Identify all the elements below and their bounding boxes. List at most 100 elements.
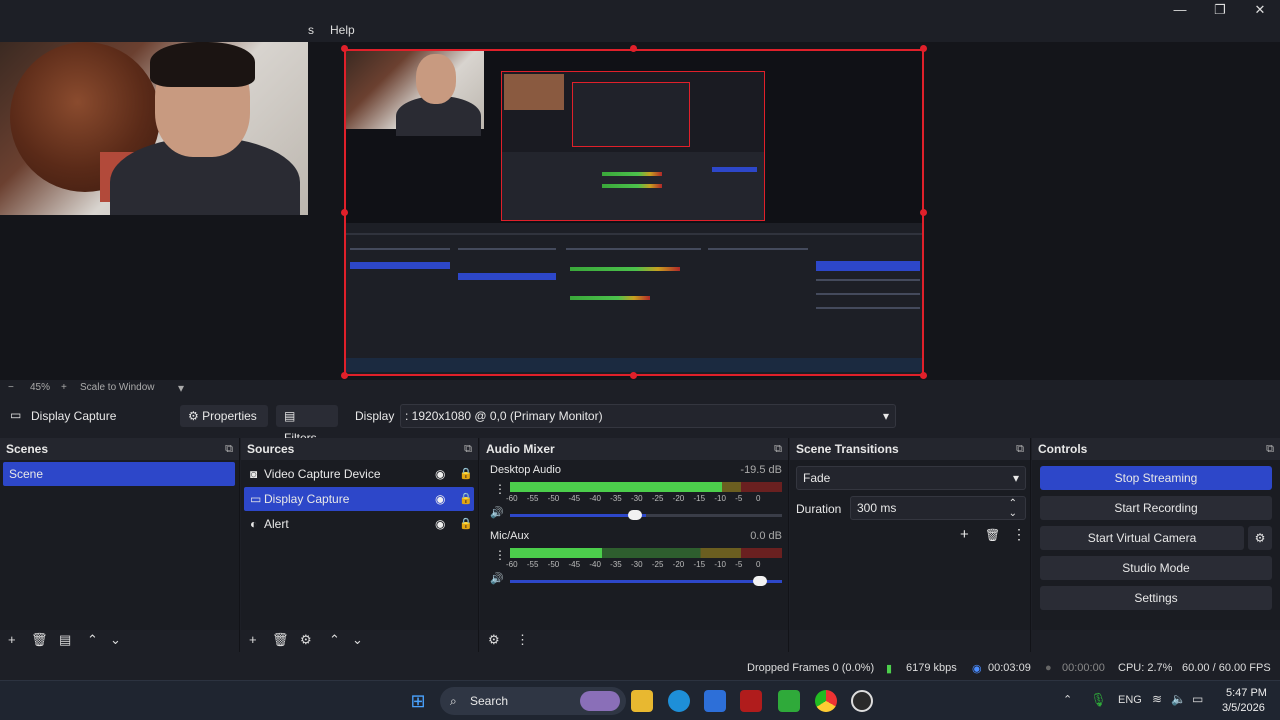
scene-item[interactable]: Scene [3, 462, 235, 486]
minimize-button[interactable]: — [1160, 0, 1200, 20]
gear-icon[interactable]: ⚙ [300, 632, 312, 648]
stop-streaming-button[interactable]: Stop Streaming [1040, 466, 1272, 490]
scenes-title: Scenes [6, 442, 49, 456]
microphone-icon[interactable]: 🎙 [1090, 692, 1107, 708]
record-time: 00:00:00 [1062, 662, 1105, 674]
source-item-display-capture[interactable]: ▭ Display Capture ◉ 🔒 [244, 487, 474, 511]
scale-mode[interactable]: Scale to Window [80, 382, 154, 393]
lock-icon[interactable]: 🔒 [459, 487, 473, 511]
windows-start-icon[interactable]: ⊞ [407, 690, 429, 712]
virtual-camera-settings-button[interactable]: ⚙ [1248, 526, 1272, 550]
xbox-icon[interactable] [778, 690, 800, 712]
meter-scale-tick: -35 [610, 560, 622, 569]
preview-canvas[interactable] [344, 49, 924, 376]
eye-icon[interactable]: ◉ [435, 462, 445, 486]
down-arrow-icon[interactable]: ⌄ [352, 632, 363, 648]
language-indicator[interactable]: ENG [1118, 694, 1142, 706]
monitor-icon: ▭ [250, 492, 262, 506]
more-options-icon[interactable]: ⋮ [494, 482, 506, 496]
up-arrow-icon[interactable]: ⌃ [329, 632, 340, 648]
eye-icon[interactable]: ◉ [435, 487, 445, 511]
controls-body: Stop Streaming Start Recording Start Vir… [1032, 460, 1280, 630]
undock-icon[interactable]: ⧉ [464, 438, 472, 460]
eye-icon[interactable]: ◉ [435, 512, 445, 536]
undock-icon[interactable]: ⧉ [1016, 438, 1024, 460]
controls-dock: Controls ⧉ Stop Streaming Start Recordin… [1032, 438, 1280, 652]
more-options-icon[interactable]: ⋮ [516, 632, 529, 648]
meter-scale-tick: -50 [547, 494, 560, 503]
file-explorer-icon[interactable] [631, 690, 653, 712]
scale-mode-dropdown-icon[interactable]: ▾ [178, 381, 184, 395]
chevron-down-icon: ▾ [882, 409, 889, 423]
broadcast-icon: ◉ [972, 663, 982, 675]
controls-title: Controls [1038, 442, 1088, 456]
speaker-icon[interactable]: 🔊 [490, 572, 504, 585]
undock-icon[interactable]: ⧉ [225, 438, 233, 460]
menu-item-partial[interactable]: s [308, 23, 314, 37]
clock-time[interactable]: 5:47 PM [1226, 687, 1267, 699]
start-recording-button[interactable]: Start Recording [1040, 496, 1272, 520]
transition-select[interactable]: Fade ▾ [796, 466, 1026, 490]
source-item-alert[interactable]: ◐ Alert ◉ 🔒 [244, 512, 474, 536]
down-arrow-icon[interactable]: ⌄ [110, 632, 121, 648]
close-button[interactable]: ✕ [1240, 0, 1280, 20]
stepper-down-icon[interactable]: ⌄ [1009, 503, 1017, 525]
clock-date[interactable]: 3/5/2026 [1222, 702, 1265, 714]
properties-button[interactable]: ⚙ Properties [180, 405, 268, 427]
trash-icon[interactable]: 🗑 [31, 632, 48, 648]
zoom-out-button[interactable]: − [8, 382, 14, 393]
transitions-title: Scene Transitions [796, 442, 899, 456]
title-bar: — ❐ ✕ [0, 0, 1280, 20]
meter-scale-tick: -40 [589, 494, 601, 503]
add-icon[interactable]: + [8, 632, 16, 647]
properties-label: Properties [202, 409, 257, 423]
audio-mixer-footer: ⚙ ⋮ [480, 630, 788, 652]
trash-icon[interactable]: 🗑 [985, 528, 1000, 542]
add-icon[interactable]: + [960, 526, 969, 543]
lock-icon[interactable]: 🔒 [459, 462, 473, 486]
obs-icon[interactable] [851, 690, 873, 712]
meter-scale-tick: -45 [568, 560, 581, 569]
duration-input[interactable]: 300 ms ⌃ ⌄ [850, 496, 1026, 520]
maximize-button[interactable]: ❐ [1200, 0, 1240, 20]
speaker-icon[interactable]: 🔊 [490, 506, 504, 519]
filters-button[interactable]: ▤ Filters [276, 405, 338, 445]
source-item-video-capture[interactable]: ◙ Video Capture Device ◉ 🔒 [244, 462, 474, 486]
taskbar-search[interactable]: ⌕ Search [440, 687, 626, 715]
sources-header: Sources ⧉ [241, 438, 478, 460]
chevron-up-icon[interactable]: ⌃ [1063, 693, 1072, 706]
filter-icon[interactable]: ▤ [59, 632, 71, 648]
start-virtual-camera-button[interactable]: Start Virtual Camera [1040, 526, 1244, 550]
meter-scale-tick: -15 [693, 560, 706, 569]
menu-item-help[interactable]: Help [330, 23, 355, 37]
more-options-icon[interactable]: ⋮ [1012, 526, 1026, 543]
volume-slider[interactable] [510, 510, 782, 520]
wifi-icon[interactable]: ≋ [1152, 692, 1162, 706]
undock-icon[interactable]: ⧉ [1266, 438, 1274, 460]
add-icon[interactable]: + [249, 632, 257, 647]
trash-icon[interactable]: 🗑 [272, 632, 289, 648]
source-item-label: Video Capture Device [264, 467, 381, 481]
battery-icon[interactable]: ▭ [1192, 692, 1203, 706]
zoom-in-button[interactable]: + [61, 382, 67, 393]
undock-icon[interactable]: ⧉ [774, 438, 782, 460]
studio-mode-button[interactable]: Studio Mode [1040, 556, 1272, 580]
edge-icon[interactable] [668, 690, 690, 712]
chrome-icon[interactable] [815, 690, 837, 712]
meter-scale-tick: -30 [631, 560, 643, 569]
volume-icon[interactable]: 🔈 [1171, 692, 1186, 706]
advanced-audio-icon[interactable]: ⚙ [488, 632, 500, 648]
sources-list: ◙ Video Capture Device ◉ 🔒 ▭ Display Cap… [241, 460, 478, 630]
up-arrow-icon[interactable]: ⌃ [87, 632, 98, 648]
meter-scale-tick: -55 [526, 560, 539, 569]
lock-icon[interactable]: 🔒 [459, 512, 473, 536]
display-select[interactable]: : 1920x1080 @ 0,0 (Primary Monitor) ▾ [400, 404, 896, 428]
meter-scale-tick: -30 [631, 494, 643, 503]
settings-button[interactable]: Settings [1040, 586, 1272, 610]
volume-slider[interactable] [510, 576, 782, 586]
store-icon[interactable] [704, 690, 726, 712]
more-options-icon[interactable]: ⋮ [494, 548, 506, 562]
app-red-icon[interactable] [740, 690, 762, 712]
gear-icon: ⚙ [188, 409, 199, 423]
preview-area[interactable] [0, 42, 1280, 380]
